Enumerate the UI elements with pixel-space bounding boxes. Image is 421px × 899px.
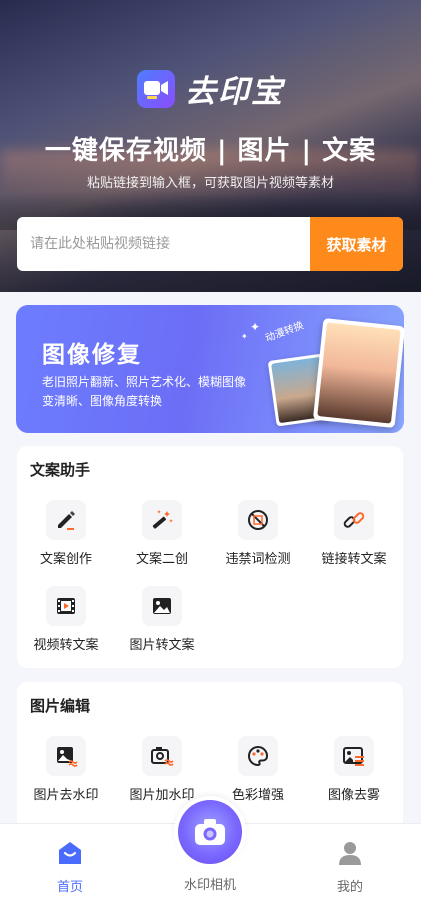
- pencil-icon: [46, 500, 86, 540]
- app-name: 去印宝: [185, 74, 284, 110]
- hero-subtitle: 粘贴链接到输入框，可获取图片视频等素材: [86, 176, 334, 191]
- tool-label: 图片去水印: [33, 788, 99, 803]
- sample-photo-large: [312, 317, 404, 429]
- tool-image-to-copy[interactable]: 图片转文案: [114, 586, 210, 653]
- sparkle-icon: ✦: [250, 320, 261, 334]
- banner-description: 老旧照片翻新、照片艺术化、模糊图像变清晰、图像角度转换: [42, 375, 247, 408]
- tool-image-dehaze[interactable]: 图像去雾: [306, 736, 402, 803]
- hero-slogan: 一键保存视频 | 图片 | 文案: [44, 136, 377, 166]
- fetch-material-button[interactable]: 获取素材: [310, 217, 403, 271]
- tool-link-to-copy[interactable]: 链接转文案: [306, 500, 402, 567]
- nav-home[interactable]: 首页: [35, 838, 105, 895]
- link-icon: [334, 500, 374, 540]
- tool-label: 违禁词检测: [225, 552, 291, 567]
- tool-forbidden-word-check[interactable]: 违禁词检测: [210, 500, 306, 567]
- tool-label: 链接转文案: [321, 552, 387, 567]
- link-input[interactable]: [17, 217, 310, 271]
- tool-copy-rewrite[interactable]: 文案二创: [114, 500, 210, 567]
- tool-image-add-watermark[interactable]: 图片加水印: [114, 736, 210, 803]
- image-repair-banner[interactable]: 图像修复 老旧照片翻新、照片艺术化、模糊图像变清晰、图像角度转换 ✦ ✦ 动漫转…: [16, 305, 404, 433]
- section-title: 文案助手: [30, 461, 91, 479]
- tool-label: 图片转文案: [129, 638, 195, 653]
- nav-camera-label-wrap[interactable]: 水印相机: [175, 874, 245, 893]
- tool-video-to-copy[interactable]: 视频转文案: [18, 586, 114, 653]
- copywriting-section: 文案助手 文案创作 文案二创 违禁词检测 链接转文案 视频转文案 图片转文案: [17, 446, 403, 668]
- tool-label: 图像去雾: [327, 788, 380, 803]
- image-icon: [142, 586, 182, 626]
- tool-label: 视频转文案: [33, 638, 99, 653]
- camera-icon: [195, 819, 225, 845]
- user-icon: [339, 842, 361, 865]
- camera-watermark-icon: [142, 736, 182, 776]
- banner-title: 图像修复: [42, 342, 142, 368]
- logo-row: 去印宝: [0, 66, 421, 111]
- sparkle-icon: ✦: [241, 332, 248, 341]
- nav-mine[interactable]: 我的: [315, 838, 385, 895]
- section-title: 图片编辑: [30, 697, 91, 715]
- tool-label: 文案二创: [135, 552, 188, 567]
- dehaze-icon: [334, 736, 374, 776]
- tool-copy-create[interactable]: 文案创作: [18, 500, 114, 567]
- tool-label: 文案创作: [39, 552, 92, 567]
- palette-icon: [238, 736, 278, 776]
- hero-header: 去印宝 一键保存视频 | 图片 | 文案 粘贴链接到输入框，可获取图片视频等素材…: [0, 0, 421, 292]
- image-remove-watermark-icon: [46, 736, 86, 776]
- tool-color-enhance[interactable]: 色彩增强: [210, 736, 306, 803]
- forbidden-word-icon: [238, 500, 278, 540]
- nav-camera-label: 水印相机: [183, 878, 236, 893]
- tool-image-remove-watermark[interactable]: 图片去水印: [18, 736, 114, 803]
- magic-wand-icon: [142, 500, 182, 540]
- link-search-bar: 获取素材: [17, 217, 403, 271]
- nav-home-label: 首页: [56, 880, 83, 895]
- watermark-camera-button[interactable]: [178, 800, 242, 864]
- home-icon: [59, 842, 81, 864]
- anime-convert-tag: 动漫转换: [264, 320, 306, 345]
- nav-mine-label: 我的: [336, 880, 363, 895]
- app-logo-icon: [137, 69, 175, 108]
- film-icon: [46, 586, 86, 626]
